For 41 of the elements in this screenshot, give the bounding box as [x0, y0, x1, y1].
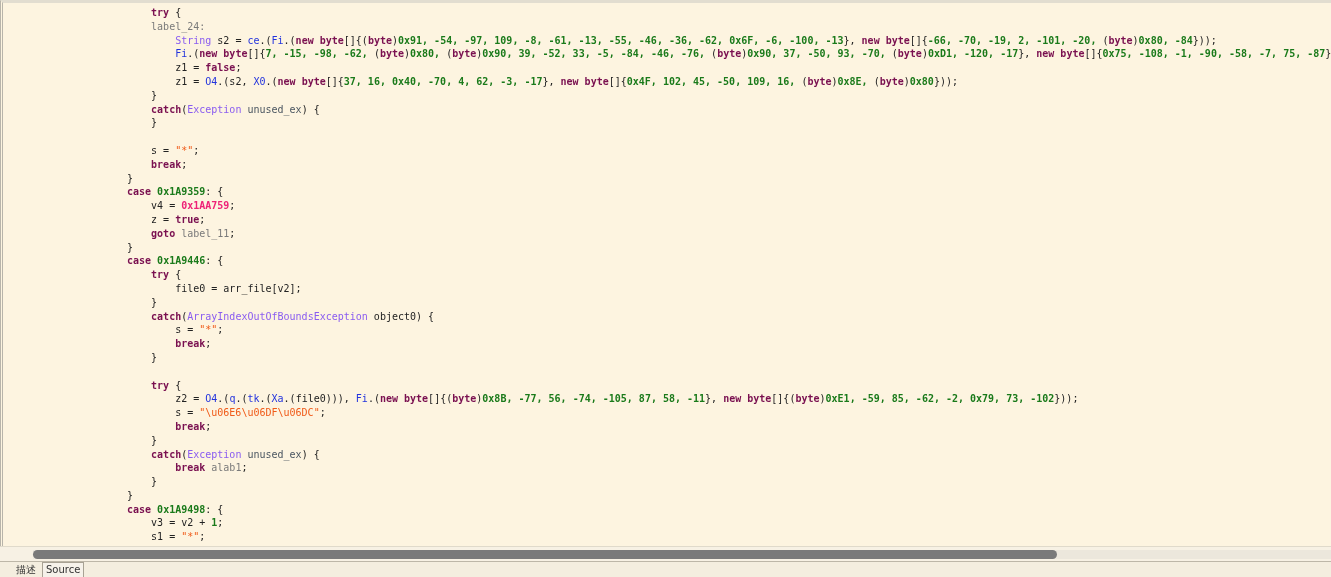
code-line: try {: [150, 268, 182, 282]
code-line: }: [150, 350, 158, 365]
scrollbar-thumb[interactable]: [33, 549, 1057, 559]
code-line: case 0x1A9446: {: [127, 254, 224, 269]
code-line: s = "*";: [174, 323, 224, 338]
tab[interactable]: Source: [42, 562, 85, 577]
code-line: }: [127, 171, 134, 186]
code-line: }: [150, 295, 158, 310]
code-line: goto label_11;: [150, 226, 236, 241]
code-line: String s2 = ce.(Fi.(new byte[]{(byte)0x91, -54, -97, 109, -8, -61, -13, -55, -46, -36, -62, 0x6F, -6, -100, -13}, new byte[]{-66, -70, -19, 2, -101, -20, (byte)0x80, -84}));: [174, 33, 1217, 48]
code-line: break;: [174, 337, 212, 351]
code-line: v3 = v2 + 1;: [150, 516, 224, 531]
code-line: catch(ArrayIndexOutOfBoundsException object0) {: [150, 309, 435, 324]
tab[interactable]: 描述: [12, 562, 40, 577]
code-line: }: [127, 240, 134, 255]
code-line: }: [150, 88, 158, 103]
code-line: catch(Exception unused_ex) {: [150, 447, 320, 462]
code-line: s = "\u06E6\u06DF\u06DC";: [174, 406, 326, 420]
code-line: }: [150, 116, 158, 131]
code-line: catch(Exception unused_ex) {: [150, 102, 320, 117]
code-line: try {: [150, 6, 182, 20]
scrollbar-track[interactable]: [33, 549, 1331, 559]
code-line: s1 = "*";: [150, 530, 206, 545]
code-line: break;: [150, 157, 188, 172]
code-line: s = "*";: [150, 143, 200, 158]
code-line: }: [127, 488, 134, 503]
code-line: break alab1;: [174, 461, 248, 476]
code-line: label_24:: [150, 19, 206, 34]
code-line: z1 = O4.(s2, X0.(new byte[]{37, 16, 0x40, -70, 4, 62, -3, -17}, new byte[]{0x4F, 102, 45, -50, 109, 16, (byte)0x8E, (byte)0x80}));: [174, 75, 958, 89]
code-line: z1 = false;: [174, 61, 242, 75]
code-line: Fi.(new byte[]{7, -15, -98, -62, (byte)0x80, (byte)0x90, 39, -52, 33, -5, -84, -46, -76, (byte)0x90, 37, -50, 93, -70, (byte)0xD1, -120, -17}, new byte[]{0x75, -108, -1, -90, -58, -7, 75, -87}: [174, 47, 1331, 62]
code-line: case 0x1A9359: {: [127, 185, 224, 200]
code-line: v4 = 0x1AA759;: [150, 199, 236, 213]
code-line: z = true;: [150, 212, 206, 227]
code-line: case 0x1A9498: {: [127, 502, 224, 517]
code-line: break;: [174, 419, 212, 434]
code-line: file0 = arr_file[v2];: [174, 281, 302, 296]
code-line: z2 = O4.(q.(tk.(Xa.(file0))), Fi.(new byte[]{(byte)0x8B, -77, 56, -74, -105, 87, 58, -11}, new byte[]{(byte)0xE1, -59, 85, -62, -2, 0x79, 73, -102}));: [174, 392, 1079, 407]
code-line: }: [150, 433, 158, 448]
code-line: try {: [150, 378, 182, 393]
code-line: }: [150, 475, 158, 489]
